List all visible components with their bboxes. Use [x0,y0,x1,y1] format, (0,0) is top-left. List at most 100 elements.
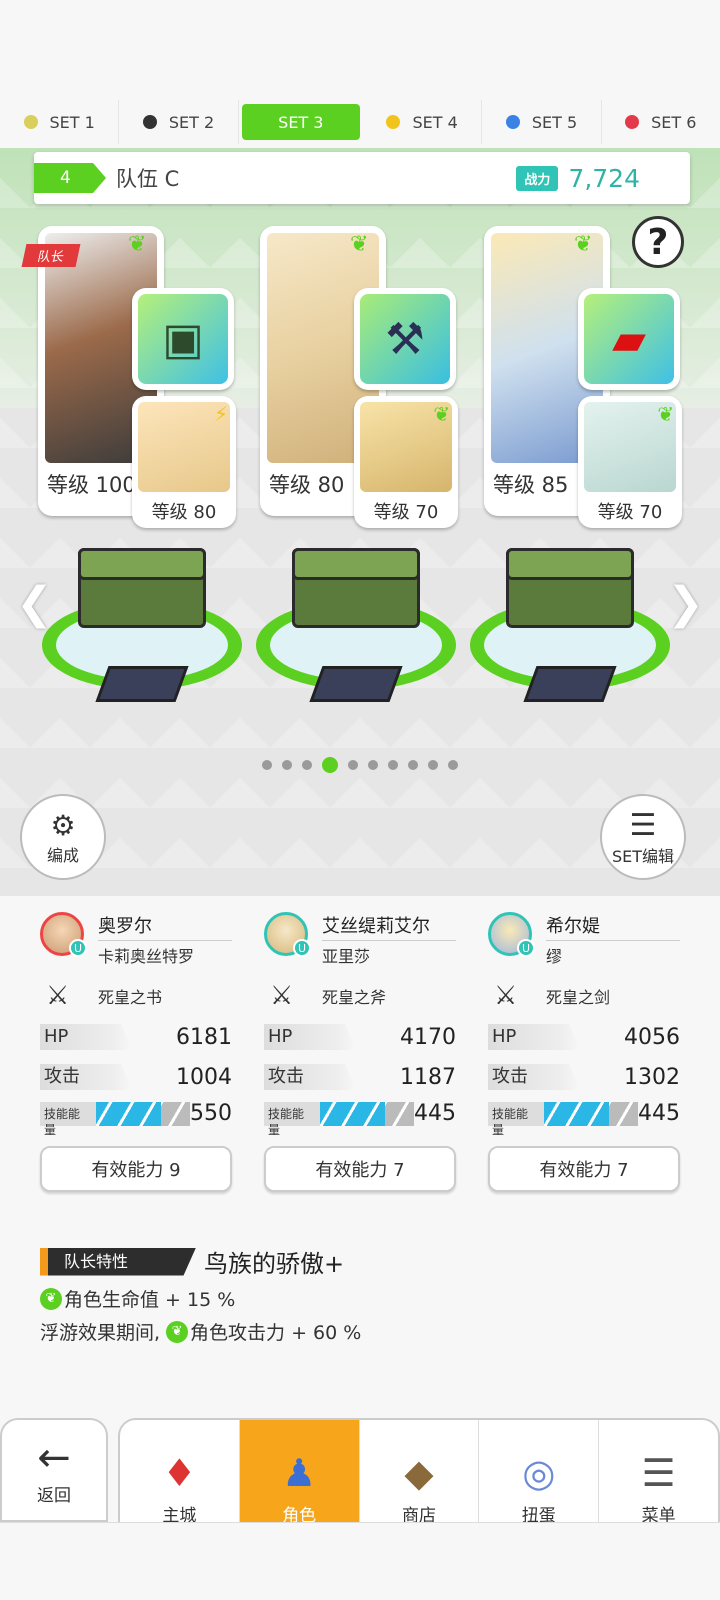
weapon-name: 死皇之剑 [546,988,611,1007]
leader-skill-line-1: ❦ 角色生命值 + 15 % [40,1285,680,1312]
formation-gear-icon: ⚙ [50,808,76,842]
hp-label: HP [40,1024,132,1050]
leader-skill: 队长特性 鸟族的骄傲+ ❦ 角色生命值 + 15 % 浮游效果期间, ❦ 角色攻… [40,1244,680,1345]
next-arrow-icon[interactable]: ❯ [667,578,704,629]
avatar[interactable]: U [488,912,535,957]
energy-value: 445 [414,1101,456,1126]
town-icon: ♦ [162,1451,197,1495]
power-value: 7,724 [568,163,640,193]
atk-value: 1187 [400,1064,456,1090]
page-dot[interactable] [282,760,292,770]
energy-label: 技能能量 [264,1101,320,1137]
formation-platform-3[interactable] [470,540,670,702]
hp-value: 6181 [176,1024,232,1050]
tab-set-1[interactable]: SET 1 [0,100,120,144]
atk-value: 1302 [624,1064,680,1090]
previous-arrow-icon[interactable]: ❮ [16,578,53,629]
atk-label: 攻击 [488,1064,580,1090]
energy-value: 550 [190,1101,232,1126]
avatar[interactable]: U [264,912,311,957]
back-arrow-icon: ← [37,1434,71,1481]
nav-item-character[interactable]: ♟ 角色 [239,1420,360,1536]
energy-label: 技能能量 [488,1101,544,1137]
member-stats: U 奥罗尔 卡莉奥丝特罗 ⚔ 死皇之书 HP 6181 攻击 1004 技能能量 550… [40,912,680,1192]
page-dot[interactable] [408,760,418,770]
page-dot[interactable] [388,760,398,770]
leader-skill-line-2: 浮游效果期间, ❦ 角色攻击力 + 60 % [40,1320,362,1344]
main-nav: ♦ 主城 ♟ 角色 ◆ 商店 ◎ 扭蛋 ☰ 菜单 [118,1418,720,1538]
page-dot[interactable] [448,760,458,770]
formation-platform-1[interactable] [42,540,242,702]
character-icon: ♟ [282,1451,317,1495]
ability-button[interactable]: 有效能力 7 [264,1146,456,1192]
grass-block-top [506,548,634,580]
rune-tile-icon [95,666,189,702]
axe-icon: ⚒ [360,294,450,384]
unison-icon: U [293,939,311,957]
energy-bar-filled [543,1101,609,1126]
energy-value: 445 [638,1101,680,1126]
tab-set-4[interactable]: SET 4 [363,100,483,144]
back-button[interactable]: ← 返回 [0,1418,108,1522]
page-dot[interactable] [262,760,272,770]
nav-item-town[interactable]: ♦ 主城 [120,1420,240,1536]
leaf-element-icon: ❦ [574,232,593,257]
weapon-card[interactable]: ⚒ [354,288,456,390]
menu-icon: ☰ [641,1451,676,1495]
set-5-dot-icon [505,115,520,129]
member-sub-name: 卡莉奥丝特罗 [98,947,195,966]
atk-label: 攻击 [40,1064,132,1090]
page-dot[interactable] [302,760,312,770]
hp-label: HP [488,1024,580,1050]
weapon-type-icon: ⚔ [270,981,294,1011]
energy-bar-empty [160,1101,190,1126]
formation-platform-2[interactable] [256,540,456,702]
page-dot[interactable] [348,760,358,770]
tab-set-3[interactable]: SET 3 [241,104,360,140]
page-dot[interactable] [368,760,378,770]
party-slot-2[interactable]: 等级 80 ❦ ⚒ 等级 70 ❦ [252,226,462,528]
power-label: 战力 [516,165,559,191]
sub-character-card[interactable]: 等级 70 ❦ [354,396,458,528]
member-name: 艾丝缇莉艾尔 [322,912,456,941]
weapon-card[interactable]: ▰ [578,288,680,390]
shop-icon: ◆ [404,1451,434,1495]
nav-item-shop[interactable]: ◆ 商店 [360,1420,480,1536]
leader-skill-tag: 队长特性 [40,1247,196,1276]
member-card-3: U 希尔媞 缪 ⚔ 死皇之剑 HP 4056 攻击 1302 技能能量 445 有效能力… [488,912,680,1192]
set-6-dot-icon [625,115,640,129]
hp-value: 4056 [624,1024,680,1050]
team-number: 4 [34,163,106,193]
nav-item-gacha[interactable]: ◎ 扭蛋 [479,1420,600,1536]
weapon-card[interactable]: ▣ [132,288,234,390]
party-slot-3[interactable]: 等级 85 ❦ ▰ 等级 70 ❦ [476,226,686,528]
sub-character-card[interactable]: 等级 70 ❦ [578,396,682,528]
sub-level: 等级 80 [151,502,217,523]
weapon-name: 死皇之书 [98,988,163,1007]
ability-button[interactable]: 有效能力 7 [488,1146,680,1192]
tab-set-5[interactable]: SET 5 [482,100,602,144]
team-bar[interactable]: 4 队伍 C 战力 7,724 [34,152,690,204]
member-card-2: U 艾丝缇莉艾尔 亚里莎 ⚔ 死皇之斧 HP 4170 攻击 1187 技能能量 445… [264,912,456,1192]
avatar[interactable]: U [40,912,87,957]
member-sub-name: 缪 [546,947,563,966]
page-dot-active[interactable] [322,757,338,773]
sub-level: 等级 70 [597,502,663,523]
energy-label: 技能能量 [40,1101,96,1137]
leader-tag: 队长 [21,244,81,267]
hp-label: HP [264,1024,356,1050]
tab-set-6[interactable]: SET 6 [602,100,720,144]
formation-button[interactable]: ⚙ 编成 [20,794,106,880]
sub-character-card[interactable]: 等级 80 ⚡ [132,396,236,528]
energy-bar-filled [319,1101,385,1126]
leaf-element-icon: ❦ [657,402,674,426]
party-slot-1[interactable]: 等级 100 ❦ 队长 ▣ 等级 80 ⚡ [21,226,240,528]
tab-set-2[interactable]: SET 2 [119,100,239,144]
ability-button[interactable]: 有效能力 9 [40,1146,232,1192]
book-icon: ▣ [138,294,228,384]
set-4-dot-icon [386,115,401,129]
nav-item-menu[interactable]: ☰ 菜单 [599,1420,718,1536]
set-edit-button[interactable]: ☰ SET编辑 [600,794,686,880]
weapon-name: 死皇之斧 [322,988,387,1007]
page-dot[interactable] [428,760,438,770]
